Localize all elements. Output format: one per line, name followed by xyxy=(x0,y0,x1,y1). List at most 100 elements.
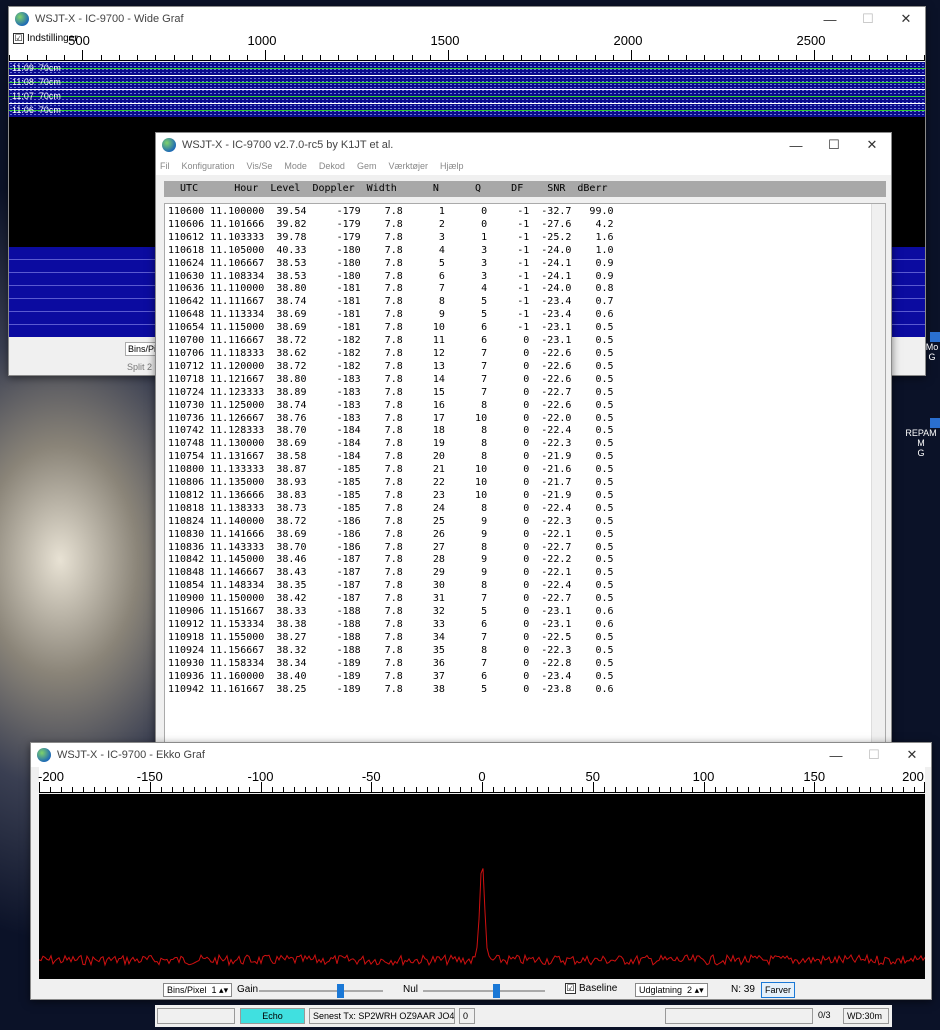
table-row: 110818 11.138333 38.73 -185 7.8 24 8 0 -… xyxy=(168,502,614,514)
echo-tick xyxy=(294,787,295,792)
bins-per-pixel-spinner[interactable]: Bins/Pixel 1 ▴▾ xyxy=(163,983,233,997)
echo-tick xyxy=(870,787,871,792)
wide-graf-titlebar[interactable]: WSJT-X - IC-9700 - Wide Graf — ☐ ✕ xyxy=(9,7,925,31)
table-row: 110806 11.135000 38.93 -185 7.8 22 10 0 … xyxy=(168,477,614,489)
echo-tick xyxy=(803,787,804,792)
echo-tick xyxy=(604,787,605,792)
scale-tick xyxy=(924,55,925,60)
scale-tick xyxy=(448,50,449,60)
split-spinner[interactable]: Split 2 xyxy=(125,361,154,373)
echo-tick xyxy=(205,787,206,792)
echo-tick xyxy=(261,782,262,792)
echo-graf-title: WSJT-X - IC-9700 - Ekko Graf xyxy=(57,749,205,761)
maximize-icon[interactable]: ☐ xyxy=(815,137,853,153)
echo-tick xyxy=(305,787,306,792)
desktop-shortcut-icon[interactable]: Mo G xyxy=(924,332,940,362)
echo-tick xyxy=(892,787,893,792)
echo-tick xyxy=(172,787,173,792)
wide-frequency-scale: ☑ Indstillinger 500 1000 1500 2000 2500 xyxy=(9,31,925,61)
echo-tick xyxy=(238,787,239,792)
menu-konfiguration[interactable]: Konfiguration xyxy=(182,161,235,171)
maximize-icon[interactable]: ☐ xyxy=(855,747,893,763)
scale-tick xyxy=(338,55,339,60)
echo-tick xyxy=(482,782,483,792)
baseline-checkbox[interactable]: ☑ Baseline xyxy=(565,983,617,994)
menu-fil[interactable]: Fil xyxy=(160,161,170,171)
echo-tick xyxy=(283,787,284,792)
scale-tick xyxy=(796,55,797,60)
echo-tick xyxy=(349,787,350,792)
table-row: 110900 11.150000 38.42 -187 7.8 31 7 0 -… xyxy=(168,593,614,605)
echo-tick xyxy=(759,787,760,792)
farver-button[interactable]: Farver xyxy=(761,982,796,998)
menu-vaerktojer[interactable]: Værktøjer xyxy=(388,161,428,171)
scale-tick xyxy=(155,55,156,60)
bins-per-pixel-spinner[interactable]: Bins/Pi xyxy=(125,342,160,356)
menu-hjaelp[interactable]: Hjælp xyxy=(440,161,464,171)
scale-tick xyxy=(430,55,431,60)
echo-trace-svg xyxy=(38,868,926,967)
close-icon[interactable]: ✕ xyxy=(893,747,931,763)
row-label: 11:08 70cm xyxy=(12,77,61,87)
main-titlebar[interactable]: WSJT-X - IC-9700 v2.7.0-rc5 by K1JT et a… xyxy=(156,133,891,157)
echo-tick xyxy=(792,787,793,792)
echo-tick xyxy=(825,787,826,792)
menu-dekod[interactable]: Dekod xyxy=(319,161,345,171)
scale-tick xyxy=(412,55,413,60)
scale-tick xyxy=(649,55,650,60)
scale-tick-label: 500 xyxy=(68,33,90,48)
minimize-icon[interactable]: — xyxy=(811,12,849,27)
nul-slider[interactable] xyxy=(423,990,545,992)
table-row: 110742 11.128333 38.70 -184 7.8 18 8 0 -… xyxy=(168,425,614,437)
echo-tick xyxy=(715,787,716,792)
echo-tick xyxy=(161,787,162,792)
echo-tick xyxy=(83,787,84,792)
menu-mode[interactable]: Mode xyxy=(284,161,307,171)
close-icon[interactable]: ✕ xyxy=(887,11,925,27)
watchdog-timer: WD:30m xyxy=(843,1008,889,1024)
echo-tick xyxy=(737,787,738,792)
scale-tick xyxy=(906,55,907,60)
desktop-shortcut-icon-repam[interactable]: REPAM MG xyxy=(902,418,940,458)
scale-tick xyxy=(467,55,468,60)
echo-tick xyxy=(648,787,649,792)
settings-check-icon: ☑ xyxy=(13,33,24,44)
echo-tick xyxy=(681,787,682,792)
scale-tick-label: 1500 xyxy=(430,33,460,48)
scale-tick xyxy=(210,55,211,60)
echo-results-text[interactable]: 110600 11.100000 39.54 -179 7.8 1 0 -1 -… xyxy=(164,203,886,753)
waterfall[interactable]: 11:09 70cm 11:08 70cm 11:07 70cm 11:06 7… xyxy=(9,62,925,118)
close-icon[interactable]: ✕ xyxy=(853,137,891,153)
scale-tick xyxy=(832,55,833,60)
wsjt-app-icon xyxy=(37,748,51,762)
menu-gem[interactable]: Gem xyxy=(357,161,377,171)
baseline-label: Baseline xyxy=(579,983,618,994)
scale-tick xyxy=(704,55,705,60)
scale-tick-label: 2000 xyxy=(613,33,643,48)
udglatning-spinner[interactable]: Udglatning 2 ▴▾ xyxy=(635,983,708,997)
echo-tick xyxy=(150,782,151,792)
echo-graf-titlebar[interactable]: WSJT-X - IC-9700 - Ekko Graf — ☐ ✕ xyxy=(31,743,931,767)
scale-tick xyxy=(64,55,65,60)
nul-slider-handle[interactable] xyxy=(493,984,501,998)
echo-tick xyxy=(382,787,383,792)
last-tx: Senest Tx: SP2WRH OZ9AAR JO45 xyxy=(309,1008,455,1024)
scale-tick xyxy=(174,55,175,60)
scale-tick xyxy=(595,55,596,60)
echo-tick xyxy=(139,787,140,792)
table-row: 110800 11.133333 38.87 -185 7.8 21 10 0 … xyxy=(168,464,614,476)
menu-vis-se[interactable]: Vis/Se xyxy=(247,161,273,171)
gain-slider-handle[interactable] xyxy=(336,984,344,998)
table-row: 110724 11.123333 38.89 -183 7.8 15 7 0 -… xyxy=(168,386,614,398)
table-row: 110648 11.113334 38.69 -181 7.8 9 5 -1 -… xyxy=(168,309,614,321)
echo-tick xyxy=(128,787,129,792)
table-row: 110624 11.106667 38.53 -180 7.8 5 3 -1 -… xyxy=(168,257,614,269)
echo-tick xyxy=(460,787,461,792)
vertical-scrollbar[interactable] xyxy=(871,204,885,752)
echo-tick xyxy=(836,787,837,792)
gain-slider[interactable] xyxy=(259,990,383,992)
minimize-icon[interactable]: — xyxy=(817,748,855,763)
maximize-icon[interactable]: ☐ xyxy=(849,11,887,27)
echo-tick xyxy=(814,782,815,792)
minimize-icon[interactable]: — xyxy=(777,138,815,153)
